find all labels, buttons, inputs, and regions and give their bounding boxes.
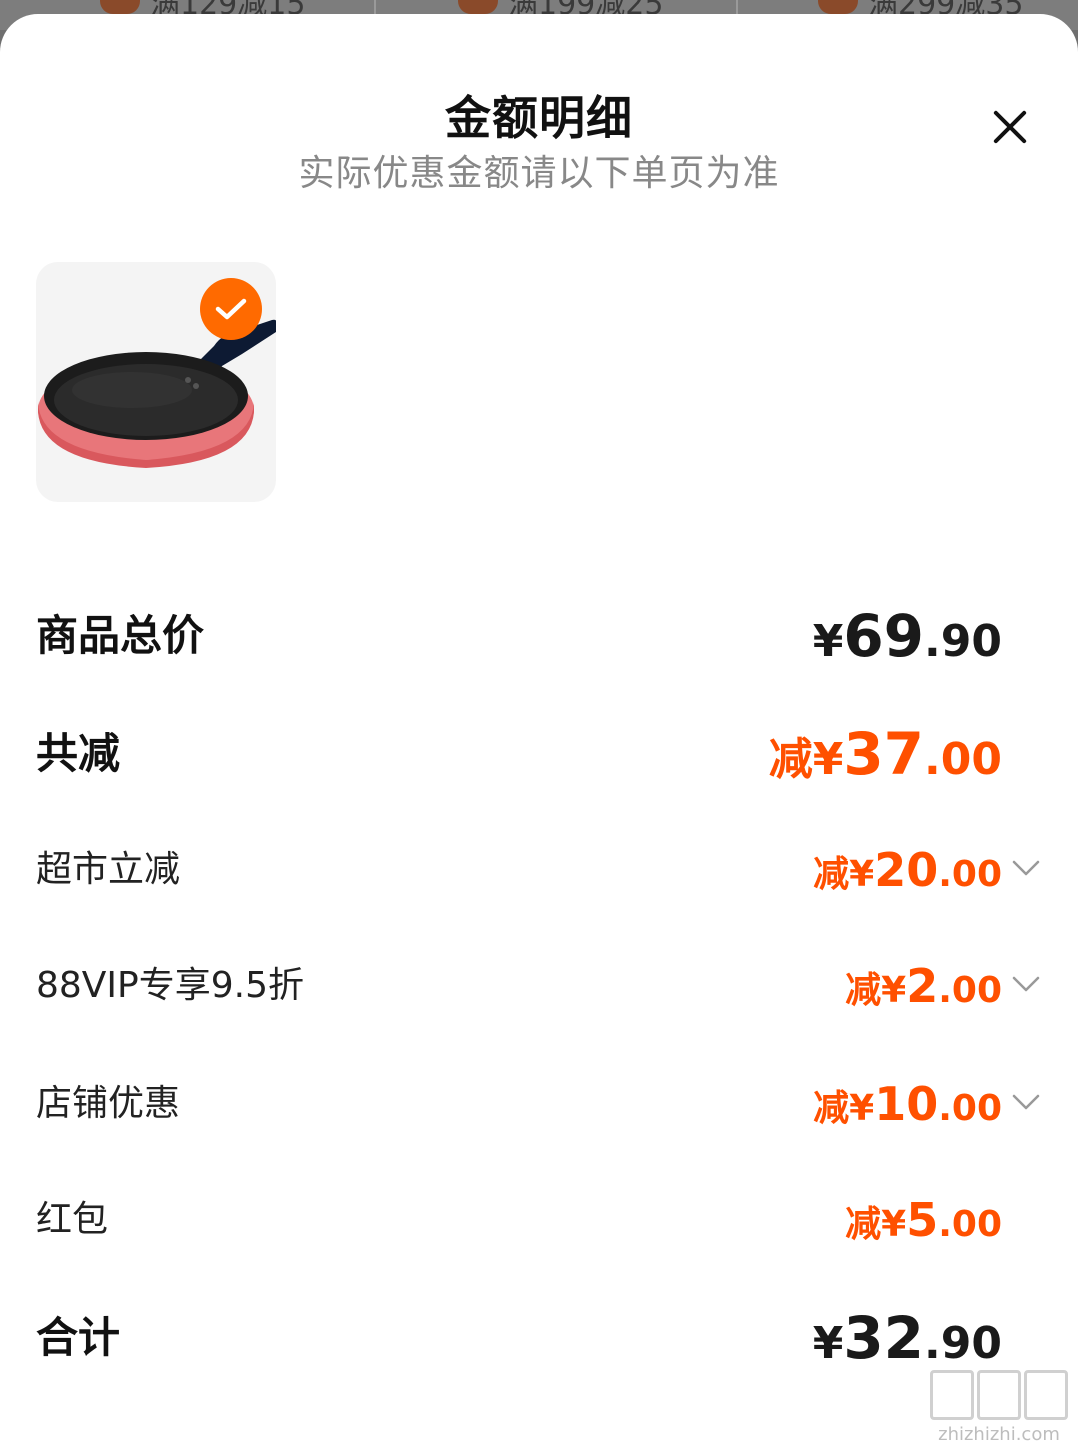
coupon-icon (818, 0, 858, 14)
coupon-icon (100, 0, 140, 14)
goods-total-label: 商品总价 (36, 611, 205, 660)
goods-total-amount: ¥69.90 (813, 596, 1002, 691)
coupon-divider (736, 0, 738, 14)
check-icon (215, 298, 247, 320)
supermarket-discount-label: 超市立减 (36, 849, 181, 890)
sum-row: 合计 ¥32.90 (36, 1298, 1042, 1378)
store-discount-label: 店铺优惠 (36, 1083, 181, 1124)
reduce-prefix: 减¥ (813, 854, 875, 895)
currency-symbol: ¥ (812, 616, 844, 667)
red-packet-amount: 减¥5.00 (845, 1180, 1002, 1271)
currency-symbol: ¥ (812, 1318, 844, 1369)
total-reduce-label: 共减 (36, 729, 121, 778)
total-reduce-amount: 减¥37.00 (769, 714, 1002, 809)
vip-discount-row[interactable]: 88VIP专享9.5折 减¥2.00 (36, 946, 1042, 1026)
reduce-prefix: 减¥ (845, 970, 907, 1011)
goods-total-row: 商品总价 ¥69.90 (36, 596, 1042, 676)
store-discount-row[interactable]: 店铺优惠 减¥10.00 (36, 1064, 1042, 1144)
amount-integer: 5 (906, 1193, 939, 1247)
vip-discount-label: 88VIP专享9.5折 (36, 965, 305, 1006)
red-packet-row: 红包 减¥5.00 (36, 1180, 1042, 1260)
amount-detail-sheet: 金额明细 实际优惠金额请以下单页为准 商品总价 ¥69.90 共减 减¥37.0… (0, 14, 1078, 1452)
amount-decimal: .90 (924, 1318, 1002, 1369)
amount-decimal: .00 (938, 1088, 1002, 1129)
amount-integer: 10 (874, 1077, 939, 1131)
watermark-glyph (930, 1370, 974, 1420)
sheet-subtitle: 实际优惠金额请以下单页为准 (298, 153, 780, 194)
amount-integer: 69 (843, 602, 925, 670)
amount-integer: 2 (906, 959, 939, 1013)
coupon-icon (458, 0, 498, 14)
watermark-glyph (977, 1370, 1021, 1420)
chevron-down-icon[interactable] (1010, 968, 1042, 1000)
amount-decimal: .90 (924, 616, 1002, 667)
chevron-down-icon[interactable] (1010, 852, 1042, 884)
total-reduce-row: 共减 减¥37.00 (36, 714, 1042, 794)
amount-decimal: .00 (938, 1204, 1002, 1245)
watermark-glyph (1024, 1370, 1068, 1420)
sum-label: 合计 (36, 1313, 121, 1362)
amount-integer: 20 (874, 843, 939, 897)
amount-decimal: .00 (924, 734, 1002, 785)
reduce-prefix: 减¥ (845, 1204, 907, 1245)
chevron-down-icon[interactable] (1010, 1086, 1042, 1118)
watermark-logo: zhizhizhi.com (924, 1366, 1074, 1450)
amount-decimal: .00 (938, 854, 1002, 895)
amount-decimal: .00 (938, 970, 1002, 1011)
vip-discount-amount: 减¥2.00 (845, 946, 1002, 1037)
store-discount-amount: 减¥10.00 (813, 1064, 1002, 1155)
sheet-title: 金额明细 (445, 91, 633, 145)
supermarket-discount-row[interactable]: 超市立减 减¥20.00 (36, 830, 1042, 910)
red-packet-label: 红包 (36, 1199, 109, 1240)
reduce-prefix: 减¥ (813, 1088, 875, 1129)
amount-integer: 32 (843, 1304, 925, 1372)
amount-integer: 37 (843, 720, 925, 788)
supermarket-discount-amount: 减¥20.00 (813, 830, 1002, 921)
product-thumbnail[interactable] (36, 262, 276, 502)
close-button[interactable] (980, 98, 1040, 158)
reduce-prefix: 减¥ (768, 734, 844, 785)
selected-check-badge[interactable] (200, 278, 262, 340)
coupon-divider (374, 0, 376, 14)
watermark-text: zhizhizhi.com (938, 1424, 1060, 1445)
